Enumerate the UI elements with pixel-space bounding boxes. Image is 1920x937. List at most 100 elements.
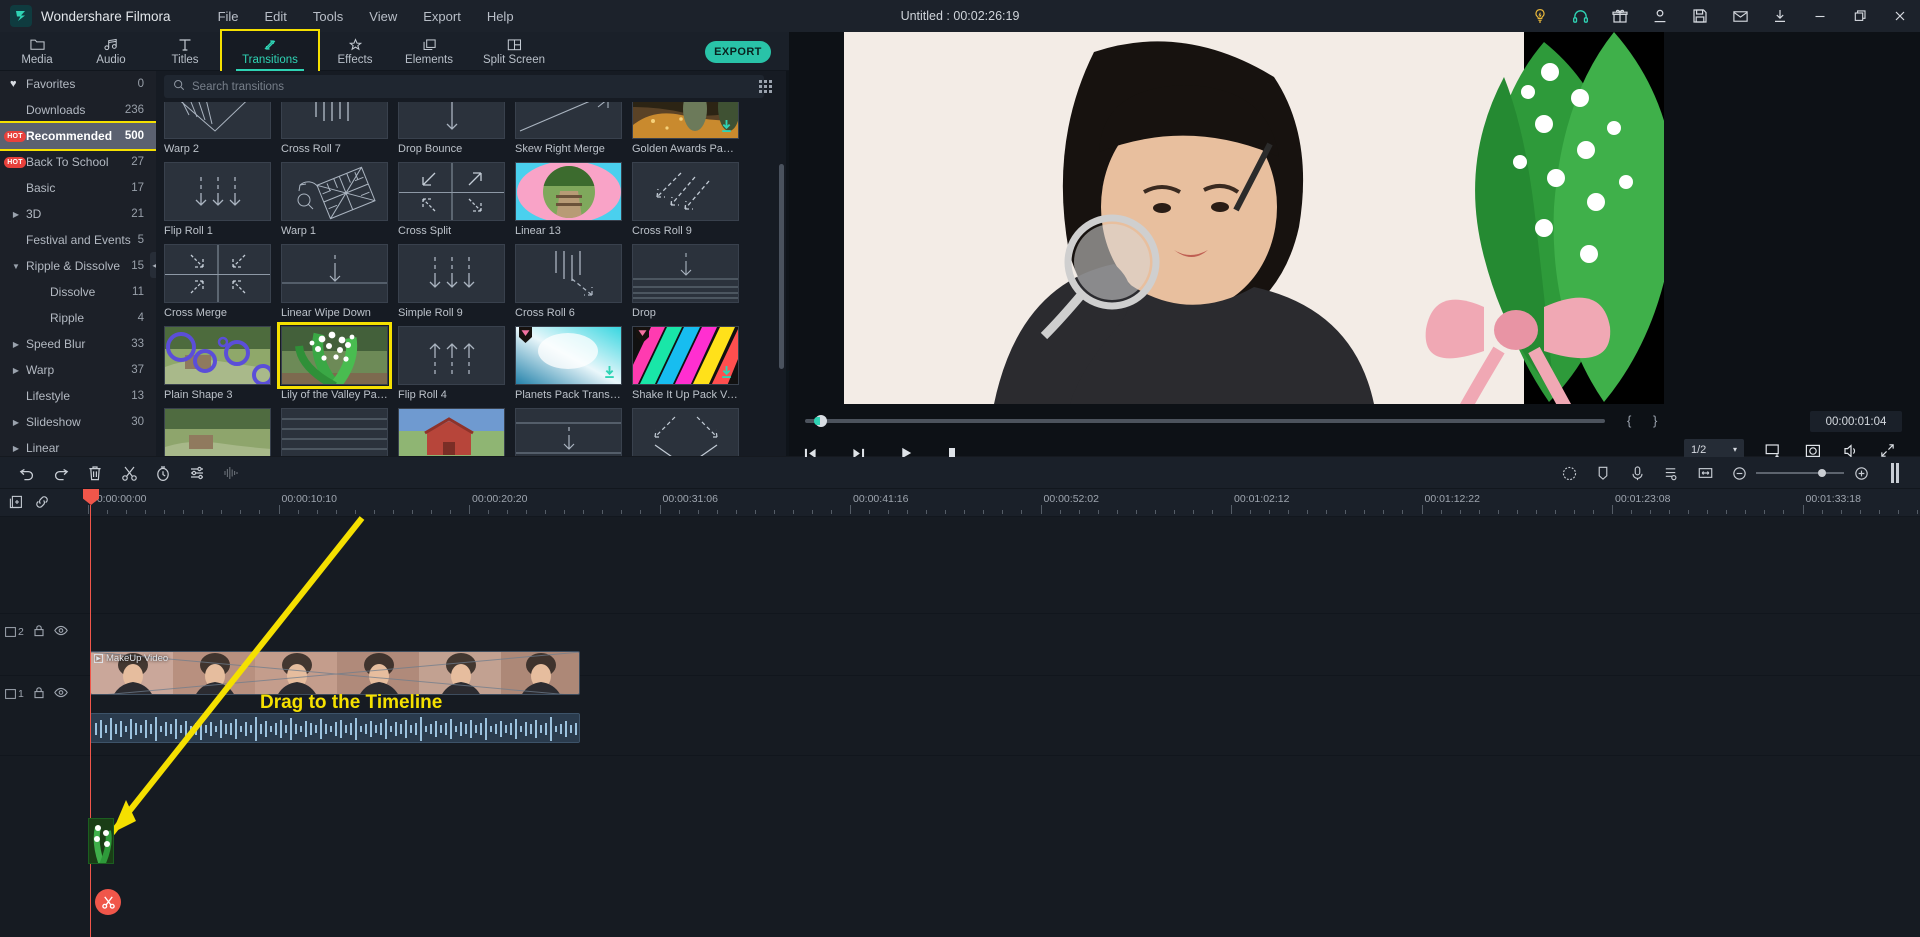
save-icon[interactable] [1680, 0, 1720, 32]
audio-mixer-icon[interactable] [1654, 457, 1688, 489]
maximize-icon[interactable] [1840, 0, 1880, 32]
zoom-slider-knob[interactable] [1818, 469, 1826, 477]
search-input[interactable] [192, 80, 712, 93]
chevron-down-icon[interactable]: ▼ [8, 262, 24, 271]
track-1-eye-icon[interactable] [54, 687, 68, 701]
menu-export[interactable]: Export [410, 4, 474, 29]
transition-card-flip-roll-4[interactable]: Flip Roll 4 [398, 326, 515, 401]
sidebar-item-lifestyle[interactable]: Lifestyle 13 [0, 383, 156, 409]
tab-media[interactable]: Media [0, 32, 74, 71]
timeline-zoom-slider[interactable] [1756, 457, 1844, 489]
chevron-right-icon[interactable]: ▶ [8, 444, 24, 453]
export-button[interactable]: EXPORT [705, 41, 771, 63]
transition-card-planets-pack-transiti[interactable]: Planets Pack Transiti... [515, 326, 632, 401]
voiceover-mic-icon[interactable] [1620, 457, 1654, 489]
download-icon[interactable] [1760, 0, 1800, 32]
transition-card-item-24[interactable] [632, 408, 749, 456]
duration-clock-icon[interactable] [146, 457, 180, 489]
link-icon[interactable] [34, 494, 50, 515]
preview-seek-handle[interactable] [814, 415, 827, 427]
sidebar-item-downloads[interactable]: Downloads 236 [0, 97, 156, 123]
transition-card-linear-13[interactable]: Linear 13 [515, 162, 632, 237]
sidebar-item-slideshow[interactable]: ▶ Slideshow 30 [0, 409, 156, 435]
chevron-right-icon[interactable]: ▶ [8, 340, 24, 349]
transition-card-item-20[interactable] [164, 408, 281, 456]
timeline-ruler[interactable]: 00:00:00:00 00:00:10:10 00:00:20:20 00:00:3… [0, 489, 1920, 517]
download-icon[interactable] [720, 365, 733, 381]
brace-right-icon[interactable]: } [1653, 413, 1657, 428]
minimize-icon[interactable] [1800, 0, 1840, 32]
transition-card-cross-split[interactable]: Cross Split [398, 162, 515, 237]
transition-card-skew-right-merge[interactable]: Skew Right Merge [515, 102, 632, 155]
transition-card-cross-roll-9[interactable]: Cross Roll 9 [632, 162, 749, 237]
sidebar-item-speed-blur[interactable]: ▶ Speed Blur 33 [0, 331, 156, 357]
sidebar-item-basic[interactable]: Basic 17 [0, 175, 156, 201]
color-match-icon[interactable] [1552, 457, 1586, 489]
menu-view[interactable]: View [356, 4, 410, 29]
transition-card-item-23[interactable] [515, 408, 632, 456]
transition-card-drop[interactable]: Drop [632, 244, 749, 319]
undo-icon[interactable] [10, 457, 44, 489]
split-scissors-icon[interactable] [112, 457, 146, 489]
transition-card-warp-1[interactable]: Warp 1 [281, 162, 398, 237]
account-icon[interactable] [1640, 0, 1680, 32]
sidebar-item-ripple[interactable]: Ripple 4 [0, 305, 156, 331]
browser-scrollbar[interactable] [779, 104, 785, 454]
menu-tools[interactable]: Tools [300, 4, 356, 29]
marker-icon[interactable] [1586, 457, 1620, 489]
transition-card-flip-roll-1[interactable]: Flip Roll 1 [164, 162, 281, 237]
mail-icon[interactable] [1720, 0, 1760, 32]
transition-card-golden-awards-pack[interactable]: Golden Awards Pack ... [632, 102, 749, 155]
menu-file[interactable]: File [205, 4, 252, 29]
sidebar-item-dissolve[interactable]: Dissolve 11 [0, 279, 156, 305]
transition-card-cross-roll-7[interactable]: Cross Roll 7 [281, 102, 398, 155]
zoom-in-icon[interactable] [1844, 457, 1878, 489]
transition-card-linear-wipe-down[interactable]: Linear Wipe Down [281, 244, 398, 319]
crop-fit-icon[interactable] [1688, 457, 1722, 489]
chevron-right-icon[interactable]: ▶ [8, 366, 24, 375]
transition-card-shake-it-up-pack-vol[interactable]: Shake It Up Pack Vol... [632, 326, 749, 401]
track-header-2[interactable]: 2 [0, 605, 88, 659]
chevron-right-icon[interactable]: ▶ [8, 210, 24, 219]
track-header-1[interactable]: 1 [0, 667, 88, 721]
timeline-audio-clip[interactable] [90, 713, 580, 743]
transitions-grid-scroll[interactable]: Warp 2 Cross Roll 7 Drop Bounce Skew Right … [156, 102, 786, 456]
timeline-video-clip[interactable]: ▶ MakeUp Video [90, 651, 580, 695]
transition-card-item-21[interactable] [281, 408, 398, 456]
sidebar-item-recommended[interactable]: HOT Recommended 500 [0, 121, 156, 151]
tab-audio[interactable]: Audio [74, 32, 148, 71]
transition-card-plain-shape-3[interactable]: Plain Shape 3 [164, 326, 281, 401]
tab-transitions[interactable]: Transitions [220, 29, 320, 74]
transition-card-cross-roll-6[interactable]: Cross Roll 6 [515, 244, 632, 319]
transition-card-item-22[interactable] [398, 408, 515, 456]
sidebar-item-ripple-dissolve[interactable]: ▼ Ripple & Dissolve 15 [0, 253, 156, 279]
tab-split-screen[interactable]: Split Screen [466, 32, 562, 71]
gift-icon[interactable] [1600, 0, 1640, 32]
redo-icon[interactable] [44, 457, 78, 489]
close-icon[interactable] [1880, 0, 1920, 32]
sidebar-item-festival-and-events[interactable]: Festival and Events 5 [0, 227, 156, 253]
transition-card-lily-of-the-valley-pac[interactable]: Lily of the Valley Pac... [277, 322, 398, 401]
sidebar-item-3d[interactable]: ▶ 3D 21 [0, 201, 156, 227]
download-icon[interactable] [720, 119, 733, 135]
transition-card-cross-merge[interactable]: Cross Merge [164, 244, 281, 319]
delete-icon[interactable] [78, 457, 112, 489]
track-2-eye-icon[interactable] [54, 625, 68, 639]
render-preview-icon[interactable] [1878, 457, 1912, 489]
settings-sliders-icon[interactable] [180, 457, 214, 489]
browser-scrollbar-thumb[interactable] [779, 164, 784, 369]
tab-effects[interactable]: Effects [318, 32, 392, 71]
chevron-right-icon[interactable]: ▶ [8, 418, 24, 427]
lightbulb-icon[interactable] [1520, 0, 1560, 32]
menu-edit[interactable]: Edit [252, 4, 300, 29]
download-icon[interactable] [603, 365, 616, 381]
transition-category-sidebar[interactable]: ♥ Favorites 0 Downloads 236 HOT Recommended 500… [0, 71, 156, 456]
transition-card-warp-2[interactable]: Warp 2 [164, 102, 281, 155]
tab-titles[interactable]: Titles [148, 32, 222, 71]
preview-seek-bar[interactable] [805, 415, 1605, 427]
headset-icon[interactable] [1560, 0, 1600, 32]
transition-card-drop-bounce[interactable]: Drop Bounce [398, 102, 515, 155]
zoom-out-icon[interactable] [1722, 457, 1756, 489]
add-track-icon[interactable] [8, 494, 24, 515]
search-bar[interactable] [164, 75, 764, 98]
